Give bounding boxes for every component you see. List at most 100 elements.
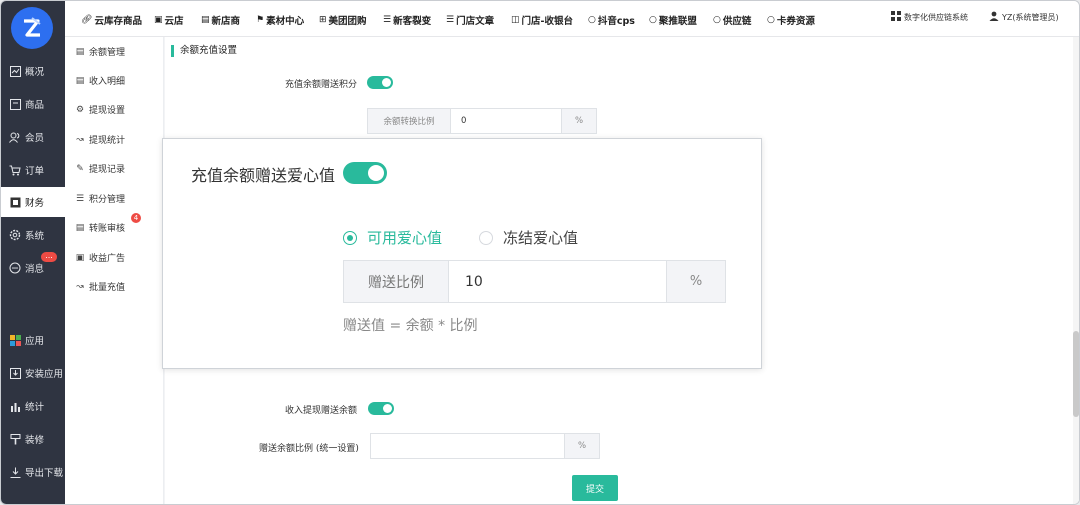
submenu-item-revenue-ads[interactable]: ▣ 收益广告 — [75, 251, 125, 265]
gear-icon — [9, 229, 21, 241]
balance-ratio-input[interactable]: 0 — [450, 109, 562, 133]
sidebar-item-label: 概况 — [25, 67, 45, 78]
nav-link-label: 素材中心 — [266, 16, 305, 27]
user-name: YZ(系统管理员) — [1002, 12, 1059, 22]
sidebar-item-label: 订单 — [25, 166, 45, 177]
sidebar-item-label: 会员 — [25, 133, 45, 144]
submenu-label: 提现设置 — [89, 106, 126, 116]
nav-link-cashier[interactable]: ◫ 门店-收银台 — [511, 13, 573, 27]
nav-link-cloud-store[interactable]: ▣ 云店 — [154, 13, 184, 27]
nav-link-meituan[interactable]: ⊞ 美团团购 — [319, 13, 367, 27]
sidebar-item-label: 导出下载 — [25, 468, 64, 479]
database-icon: ☰ — [75, 193, 85, 204]
nav-link-label: 云店 — [164, 16, 184, 27]
balance-ratio-unit: % — [562, 109, 596, 133]
submenu-item-withdraw-stats[interactable]: ↝ 提现统计 — [75, 133, 125, 147]
sidebar-item-goods[interactable]: 商品 — [1, 89, 65, 119]
nav-link-douyin[interactable]: ○ 抖音cps — [588, 13, 635, 27]
brand-logo[interactable] — [11, 7, 53, 49]
gift-ratio-input[interactable] — [371, 434, 565, 458]
submenu-label: 批量充值 — [89, 283, 126, 293]
submenu-item-withdraw-records[interactable]: ✎ 提现记录 — [75, 162, 125, 176]
balance-ratio-addon: 余额转换比例 — [368, 109, 450, 133]
zoomed-love-value-panel: 充值余额赠送爱心值 可用爱心值 冻结爱心值 赠送比例 10 % 赠送值 = 余额… — [162, 138, 762, 369]
nav-link-label: 美团团购 — [328, 16, 367, 27]
line-chart-icon: ↝ — [76, 281, 84, 292]
sidebar-item-system[interactable]: 系统 — [1, 220, 65, 250]
sidebar-item-stats[interactable]: 统计 — [1, 391, 65, 421]
love-value-toggle[interactable] — [343, 162, 387, 184]
user-icon — [989, 11, 999, 23]
sidebar-item-install[interactable]: 安装应用 — [1, 358, 65, 388]
sidebar-item-overview[interactable]: 概况 — [1, 56, 65, 86]
radio-label: 冻结爱心值 — [503, 229, 579, 247]
document-icon: ▤ — [201, 15, 210, 25]
gift-ratio-large-input-group: 赠送比例 10 % — [343, 260, 726, 303]
submenu-item-transfer-review[interactable]: ▤ 转账审核 — [75, 221, 125, 235]
submenu-item-income[interactable]: ▤ 收入明细 — [75, 74, 126, 88]
sidebar-item-decoration[interactable]: 装修 — [1, 424, 65, 454]
nav-link-supply-chain[interactable]: ○ 供应链 — [713, 13, 751, 27]
circle-icon: ○ — [767, 15, 775, 25]
system-switcher[interactable]: 数字化供应链系统 — [891, 11, 968, 23]
document-icon: ▤ — [75, 75, 85, 86]
nav-link-cloud-stock[interactable]: 🔗︎ 云库存商品 — [81, 13, 142, 27]
system-name: 数字化供应链系统 — [904, 12, 968, 22]
sidebar-item-apps[interactable]: 应用 — [1, 325, 65, 355]
submenu-item-withdraw-settings[interactable]: ⚙ 提现设置 — [75, 103, 126, 117]
image-icon: ▣ — [154, 15, 163, 25]
sidebar-item-finance[interactable]: 财务 — [1, 187, 65, 217]
grid-icon — [891, 11, 901, 23]
user-menu[interactable]: YZ(系统管理员) — [989, 11, 1059, 23]
scrollbar-thumb[interactable] — [1073, 331, 1079, 417]
radio-available-love-value[interactable]: 可用爱心值 — [343, 227, 442, 248]
nav-link-fission[interactable]: ☰ 新客裂变 — [383, 13, 431, 27]
nav-link-label: 门店-收银台 — [521, 16, 573, 27]
submenu-label: 收入明细 — [89, 77, 126, 87]
image-icon: ▣ — [75, 252, 85, 263]
sidebar-item-label: 应用 — [25, 336, 45, 347]
gift-ratio-label: 赠送余额比例 (统一设置) — [259, 444, 359, 454]
nav-link-label: 云库存商品 — [94, 16, 142, 27]
document-icon: ▤ — [75, 222, 85, 233]
apps-icon — [9, 334, 21, 346]
transfer-review-badge: 4 — [131, 213, 141, 223]
screen-icon: ◫ — [511, 15, 520, 25]
nav-link-coupons[interactable]: ○ 卡券资源 — [767, 13, 815, 27]
submenu-item-points[interactable]: ☰ 积分管理 — [75, 192, 125, 206]
sidebar-item-label: 安装应用 — [25, 369, 64, 380]
main-sidebar: 概况 商品 会员 订单 财务 系统 消息 ... 应用 安装应用 统计 装修 导… — [1, 1, 65, 504]
sidebar-item-orders[interactable]: 订单 — [1, 155, 65, 185]
message-icon — [9, 262, 21, 274]
sidebar-item-label: 消息 — [25, 264, 45, 275]
finance-submenu: ▤ 余额管理 ▤ 收入明细 ⚙ 提现设置 ↝ 提现统计 ✎ 提现记录 ☰ 积分管理 ▤ 转账审… — [65, 37, 164, 504]
document-icon: ▤ — [75, 46, 85, 57]
logo-icon — [24, 17, 41, 37]
nav-link-label: 卡券资源 — [776, 16, 815, 27]
radio-frozen-love-value[interactable]: 冻结爱心值 — [479, 227, 578, 248]
withdraw-balance-toggle[interactable] — [368, 402, 394, 415]
recharge-points-label: 充值余额赠送积分 — [285, 80, 358, 90]
submenu-label: 余额管理 — [89, 48, 126, 58]
sidebar-item-export[interactable]: 导出下载 — [1, 457, 65, 487]
nav-link-new-merchant[interactable]: ▤ 新店商 — [201, 13, 240, 27]
nav-link-alliance[interactable]: ○ 聚推联盟 — [649, 13, 697, 27]
nav-link-label: 抖音cps — [597, 16, 635, 27]
circle-icon: ○ — [588, 15, 596, 25]
flag-icon: ⚑ — [256, 15, 265, 25]
scrollbar-track[interactable] — [1073, 37, 1079, 504]
sidebar-item-label: 装修 — [25, 435, 45, 446]
nav-link-material[interactable]: ⚑ 素材中心 — [256, 13, 304, 27]
gift-ratio-large-input[interactable]: 10 — [449, 261, 667, 302]
submit-button[interactable]: 提交 — [572, 475, 618, 501]
radio-label: 可用爱心值 — [367, 229, 443, 247]
ledger-icon — [9, 196, 21, 208]
submenu-item-batch-recharge[interactable]: ↝ 批量充值 — [75, 280, 126, 294]
cart-icon — [9, 164, 21, 176]
recharge-points-toggle[interactable] — [367, 76, 393, 89]
gift-ratio-unit: % — [565, 434, 599, 458]
submenu-item-balance[interactable]: ▤ 余额管理 — [75, 45, 126, 59]
gear-icon: ⚙ — [75, 104, 85, 115]
nav-link-store-articles[interactable]: ☰ 门店文章 — [446, 13, 494, 27]
sidebar-item-members[interactable]: 会员 — [1, 122, 65, 152]
